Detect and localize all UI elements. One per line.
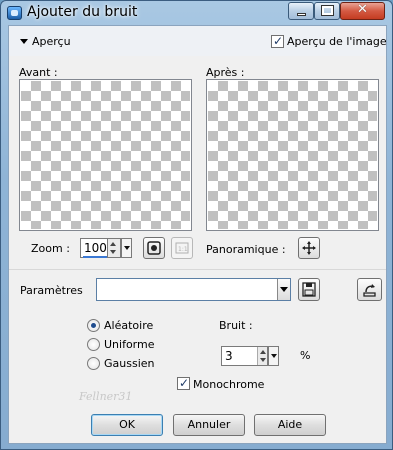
move-cross-icon [302, 241, 316, 255]
after-label: Après : [206, 66, 245, 79]
noise-value: 3 [225, 349, 233, 363]
maximize-icon [321, 5, 334, 16]
save-icon [302, 282, 316, 297]
dialog-window: Ajouter du bruit ✕ Aperçu ✓ Aperçu de l'… [0, 0, 393, 450]
noise-input[interactable]: 3 [221, 346, 268, 366]
divider [9, 269, 386, 270]
ok-button[interactable]: OK [91, 414, 163, 436]
noise-label: Bruit : [219, 319, 253, 332]
maximize-button[interactable] [314, 2, 340, 20]
radio-random-label: Aléatoire [104, 319, 154, 332]
presets-combo[interactable] [96, 278, 291, 301]
triangle-down-icon[interactable] [20, 39, 28, 44]
radio-gaussian[interactable] [87, 357, 100, 370]
dialog-body: Aperçu ✓ Aperçu de l'image Avant : Après… [8, 25, 387, 444]
checkmark-icon: ✓ [272, 34, 284, 48]
before-label: Avant : [19, 66, 58, 79]
zoom-input[interactable]: 100 [80, 238, 108, 258]
before-preview-canvas [21, 81, 190, 229]
actual-size-icon: 1:1 [175, 242, 189, 254]
chevron-down-icon[interactable] [277, 279, 290, 300]
after-preview[interactable] [206, 79, 379, 231]
window-title: Ajouter du bruit [27, 4, 138, 20]
monochrome-label: Monochrome [193, 378, 265, 391]
cancel-button[interactable]: Annuler [173, 414, 245, 436]
close-button[interactable]: ✕ [340, 2, 385, 20]
preview-image-checkbox[interactable]: ✓ [271, 34, 284, 48]
zoom-value: 100 [84, 241, 107, 255]
noise-dropdown[interactable] [268, 346, 279, 366]
radio-uniform[interactable] [87, 338, 100, 351]
help-button[interactable]: Aide [254, 414, 326, 436]
stepper-arrows-icon[interactable] [257, 347, 267, 365]
zoom-underline [83, 256, 107, 258]
before-preview[interactable] [19, 79, 192, 231]
chevron-down-icon [122, 239, 131, 257]
pan-label: Panoramique : [206, 243, 286, 256]
zoom-fit-button[interactable] [143, 237, 165, 259]
save-preset-button[interactable] [298, 278, 320, 301]
presets-label: Paramètres [20, 284, 83, 297]
monochrome-checkbox[interactable]: ✓ [177, 376, 190, 390]
preview-section-label[interactable]: Aperçu [32, 35, 71, 48]
preview-image-label: Aperçu de l'image [287, 35, 387, 48]
title-bar[interactable]: Ajouter du bruit ✕ [1, 1, 392, 25]
noise-unit: % [300, 349, 311, 362]
zoom-dropdown[interactable] [121, 238, 132, 258]
zoom-stepper[interactable] [108, 238, 121, 258]
watermark: Fellner31 [79, 390, 133, 403]
radio-gaussian-label: Gaussien [104, 357, 155, 370]
zoom-fit-icon [147, 241, 161, 255]
minimize-button[interactable] [288, 2, 314, 20]
minimize-icon [297, 13, 306, 16]
after-preview-canvas [208, 81, 377, 229]
pan-button[interactable] [298, 237, 320, 259]
radio-uniform-label: Uniforme [104, 338, 155, 351]
preview-header: Aperçu ✓ Aperçu de l'image [9, 26, 387, 56]
chevron-down-icon [269, 347, 278, 365]
checkmark-icon: ✓ [178, 376, 190, 390]
radio-random[interactable] [87, 319, 100, 332]
svg-text:1:1: 1:1 [178, 246, 188, 253]
app-icon [7, 6, 22, 20]
zoom-label: Zoom : [31, 242, 70, 255]
reset-button[interactable] [357, 278, 382, 301]
actual-size-button[interactable]: 1:1 [171, 237, 193, 259]
reset-icon [363, 284, 376, 297]
stepper-arrows-icon [108, 239, 120, 257]
close-icon: ✕ [357, 2, 368, 17]
